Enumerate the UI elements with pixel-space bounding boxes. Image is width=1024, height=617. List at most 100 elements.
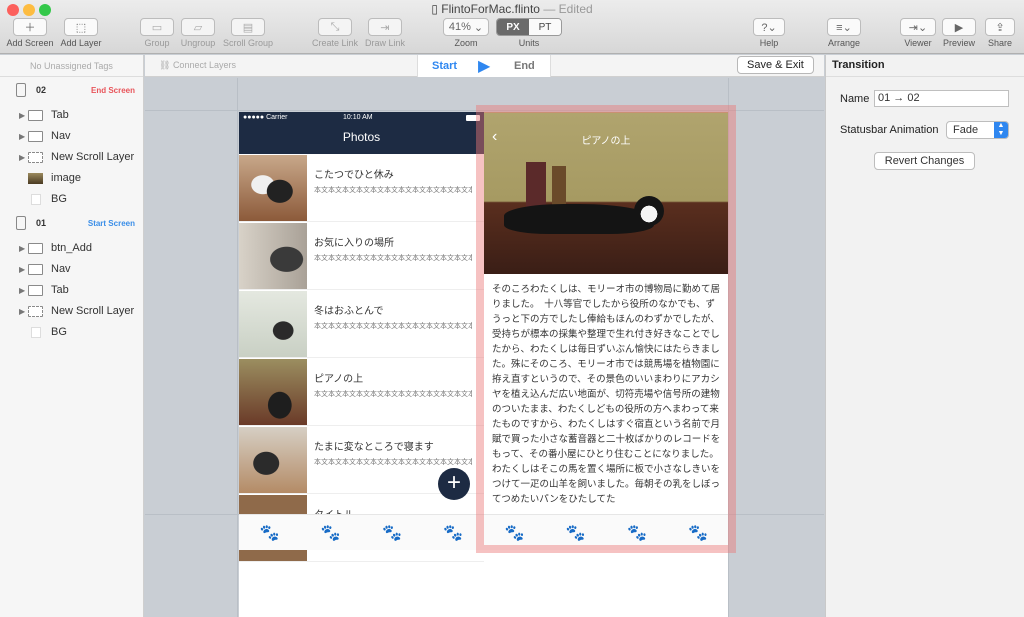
layer-name: image: [51, 172, 81, 184]
layer-row[interactable]: BG: [0, 322, 143, 343]
carrier: ●●●●● Carrier: [243, 114, 288, 121]
guide-line: [237, 78, 238, 617]
photo-list: こたつでひと休み 本文本文本文本文本文本文本文本文本文本文本文本文本文本文本文本…: [239, 154, 484, 562]
row-title: こたつでひと休み: [314, 170, 394, 181]
canvas-bar: ⛓ Connect Layers Start ▶ End Save & Exit: [145, 55, 824, 77]
edited-status: — Edited: [543, 2, 593, 16]
paw-icon[interactable]: 🐾: [260, 523, 280, 543]
zoom-control[interactable]: 41% ⌄ Zoom: [443, 18, 489, 48]
add-layer-button[interactable]: ⬚ Add Layer: [58, 18, 104, 48]
save-exit-button[interactable]: Save & Exit: [737, 56, 814, 74]
disclosure-triangle-icon[interactable]: ▶: [19, 105, 25, 126]
create-link-button[interactable]: ⤡ Create Link: [310, 18, 360, 48]
disclosure-triangle-icon[interactable]: ▶: [19, 301, 25, 322]
scroll-group-button[interactable]: ▤ Scroll Group: [222, 18, 274, 48]
layer-row[interactable]: ▶ Tab: [0, 105, 143, 126]
preview-button[interactable]: ▶ Preview: [941, 18, 977, 48]
doc-icon: ▯: [431, 2, 442, 16]
nav-bar: Photos: [239, 124, 484, 154]
row-title: 冬はおふとんで: [314, 306, 384, 317]
end-tab[interactable]: End: [514, 60, 535, 72]
select-arrows-icon: ▲ ▼: [994, 122, 1008, 138]
layer-name: btn_Add: [51, 242, 92, 254]
layer-row[interactable]: ▶ Tab: [0, 280, 143, 301]
row-text: 本文本文本文本文本文本文本文本文本文本文本文本文本文本文本文本文: [314, 255, 472, 262]
unit-px-button[interactable]: PX: [497, 19, 529, 35]
add-screen-button[interactable]: ＋ Add Screen: [6, 18, 54, 48]
play-arrow-icon[interactable]: ▶: [478, 56, 490, 76]
row-text: 本文本文本文本文本文本文本文本文本文本文本文本文本文本文本文本文: [314, 323, 472, 330]
layer-name: Nav: [51, 263, 71, 275]
layer-row[interactable]: ▶ Nav: [0, 259, 143, 280]
statusbar-label: Statusbar Animation: [840, 124, 939, 136]
draw-link-button[interactable]: ⇥ Draw Link: [363, 18, 407, 48]
folder-icon: [28, 110, 43, 121]
row-title: たまに変なところで寝ます: [314, 442, 434, 453]
group-button[interactable]: ▭ Group: [140, 18, 174, 48]
start-screen-tag: Start Screen: [87, 219, 135, 228]
viewer-button[interactable]: ⇥⌄ Viewer: [900, 18, 936, 48]
paw-icon[interactable]: 🐾: [321, 523, 341, 543]
layer-row[interactable]: ▶ New Scroll Layer: [0, 147, 143, 168]
share-button[interactable]: ⇪ Share: [983, 18, 1017, 48]
cat-bed-photo-thumbnail: [239, 291, 307, 357]
title-bar: ▯ FlintoForMac.flinto — Edited ＋ Add Scre…: [0, 0, 1024, 54]
layer-name: Nav: [51, 130, 71, 142]
list-item[interactable]: お気に入りの場所 本文本文本文本文本文本文本文本文本文本文本文本文本文本文本文本…: [239, 222, 484, 290]
name-label: Name: [840, 93, 870, 105]
zoom-select[interactable]: 41% ⌄: [443, 18, 489, 36]
add-button[interactable]: +: [438, 468, 470, 500]
divider: [826, 76, 1024, 77]
layers-panel: No Unassigned Tags 02 End Screen ▶ Tab ▶ N…: [0, 55, 144, 617]
list-item[interactable]: 冬はおふとんで 本文本文本文本文本文本文本文本文本文本文本文本文本文本文本文本文: [239, 290, 484, 358]
layer-row[interactable]: BG: [0, 189, 143, 210]
folder-icon: [28, 243, 43, 254]
layer-row[interactable]: ▶ btn_Add: [0, 238, 143, 259]
help-button[interactable]: ?⌄ Help: [752, 18, 786, 48]
list-item[interactable]: こたつでひと休み 本文本文本文本文本文本文本文本文本文本文本文本文本文本文本文本…: [239, 154, 484, 222]
layer-name: Tab: [51, 109, 69, 121]
folder-icon: ▭: [140, 18, 174, 36]
tags-filter[interactable]: No Unassigned Tags: [0, 55, 143, 77]
start-end-toggle: Start ▶ End: [417, 55, 551, 77]
folder-icon: [28, 131, 43, 142]
disclosure-triangle-icon[interactable]: ▶: [19, 126, 25, 147]
layer-row[interactable]: ▶ Nav: [0, 126, 143, 147]
revert-changes-button[interactable]: Revert Changes: [874, 152, 975, 170]
disclosure-triangle-icon[interactable]: ▶: [19, 259, 25, 280]
folder-open-icon: ▱: [181, 18, 215, 36]
layer-row[interactable]: ▶ New Scroll Layer: [0, 301, 143, 322]
row-text: 本文本文本文本文本文本文本文本文本文本文本文本文本文本文本文本文: [314, 391, 472, 398]
tab-bar: 🐾 🐾 🐾 🐾: [239, 514, 484, 550]
disclosure-triangle-icon[interactable]: ▶: [19, 238, 25, 259]
end-screen-tag: End Screen: [90, 86, 135, 95]
statusbar-animation-select[interactable]: Fade ▲ ▼: [946, 121, 1009, 139]
disclosure-triangle-icon[interactable]: ▶: [19, 280, 25, 301]
share-icon: ⇪: [985, 18, 1015, 36]
screen-01-preview[interactable]: ●●●●● Carrier 10:10 AM Photos こたつでひと休み 本…: [239, 112, 484, 617]
row-title: ピアノの上: [314, 374, 364, 385]
folder-icon: [28, 264, 43, 275]
connect-layers-button[interactable]: ⛓ Connect Layers: [159, 60, 236, 71]
layer-name: New Scroll Layer: [51, 151, 135, 163]
disclosure-triangle-icon[interactable]: ▶: [19, 147, 25, 168]
canvas[interactable]: ●●●●● Carrier 10:10 AM Photos こたつでひと休み 本…: [145, 78, 824, 617]
draw-link-icon: ⇥: [368, 18, 402, 36]
layer-row[interactable]: image: [0, 168, 143, 189]
ungroup-button[interactable]: ▱ Ungroup: [178, 18, 218, 48]
start-tab[interactable]: Start: [432, 60, 457, 72]
paw-icon[interactable]: 🐾: [443, 523, 463, 543]
play-icon: ▶: [942, 18, 976, 36]
arrange-button[interactable]: ≡⌄ Arrange: [824, 18, 864, 48]
arrange-icon: ≡⌄: [827, 18, 861, 36]
screen-01-row[interactable]: 01 Start Screen: [0, 210, 143, 238]
filename: FlintoForMac.flinto: [441, 2, 540, 16]
person-photo-thumbnail: [239, 223, 307, 289]
paw-icon[interactable]: 🐾: [382, 523, 402, 543]
unit-pt-button[interactable]: PT: [529, 19, 561, 35]
name-field[interactable]: 01 → 02: [874, 90, 1009, 107]
transition-panel: Transition Name 01 → 02 Statusbar Animat…: [825, 55, 1024, 617]
screen-02-row[interactable]: 02 End Screen: [0, 77, 143, 105]
list-item[interactable]: ピアノの上 本文本文本文本文本文本文本文本文本文本文本文本文本文本文本文本文: [239, 358, 484, 426]
layer-name: BG: [51, 193, 67, 205]
